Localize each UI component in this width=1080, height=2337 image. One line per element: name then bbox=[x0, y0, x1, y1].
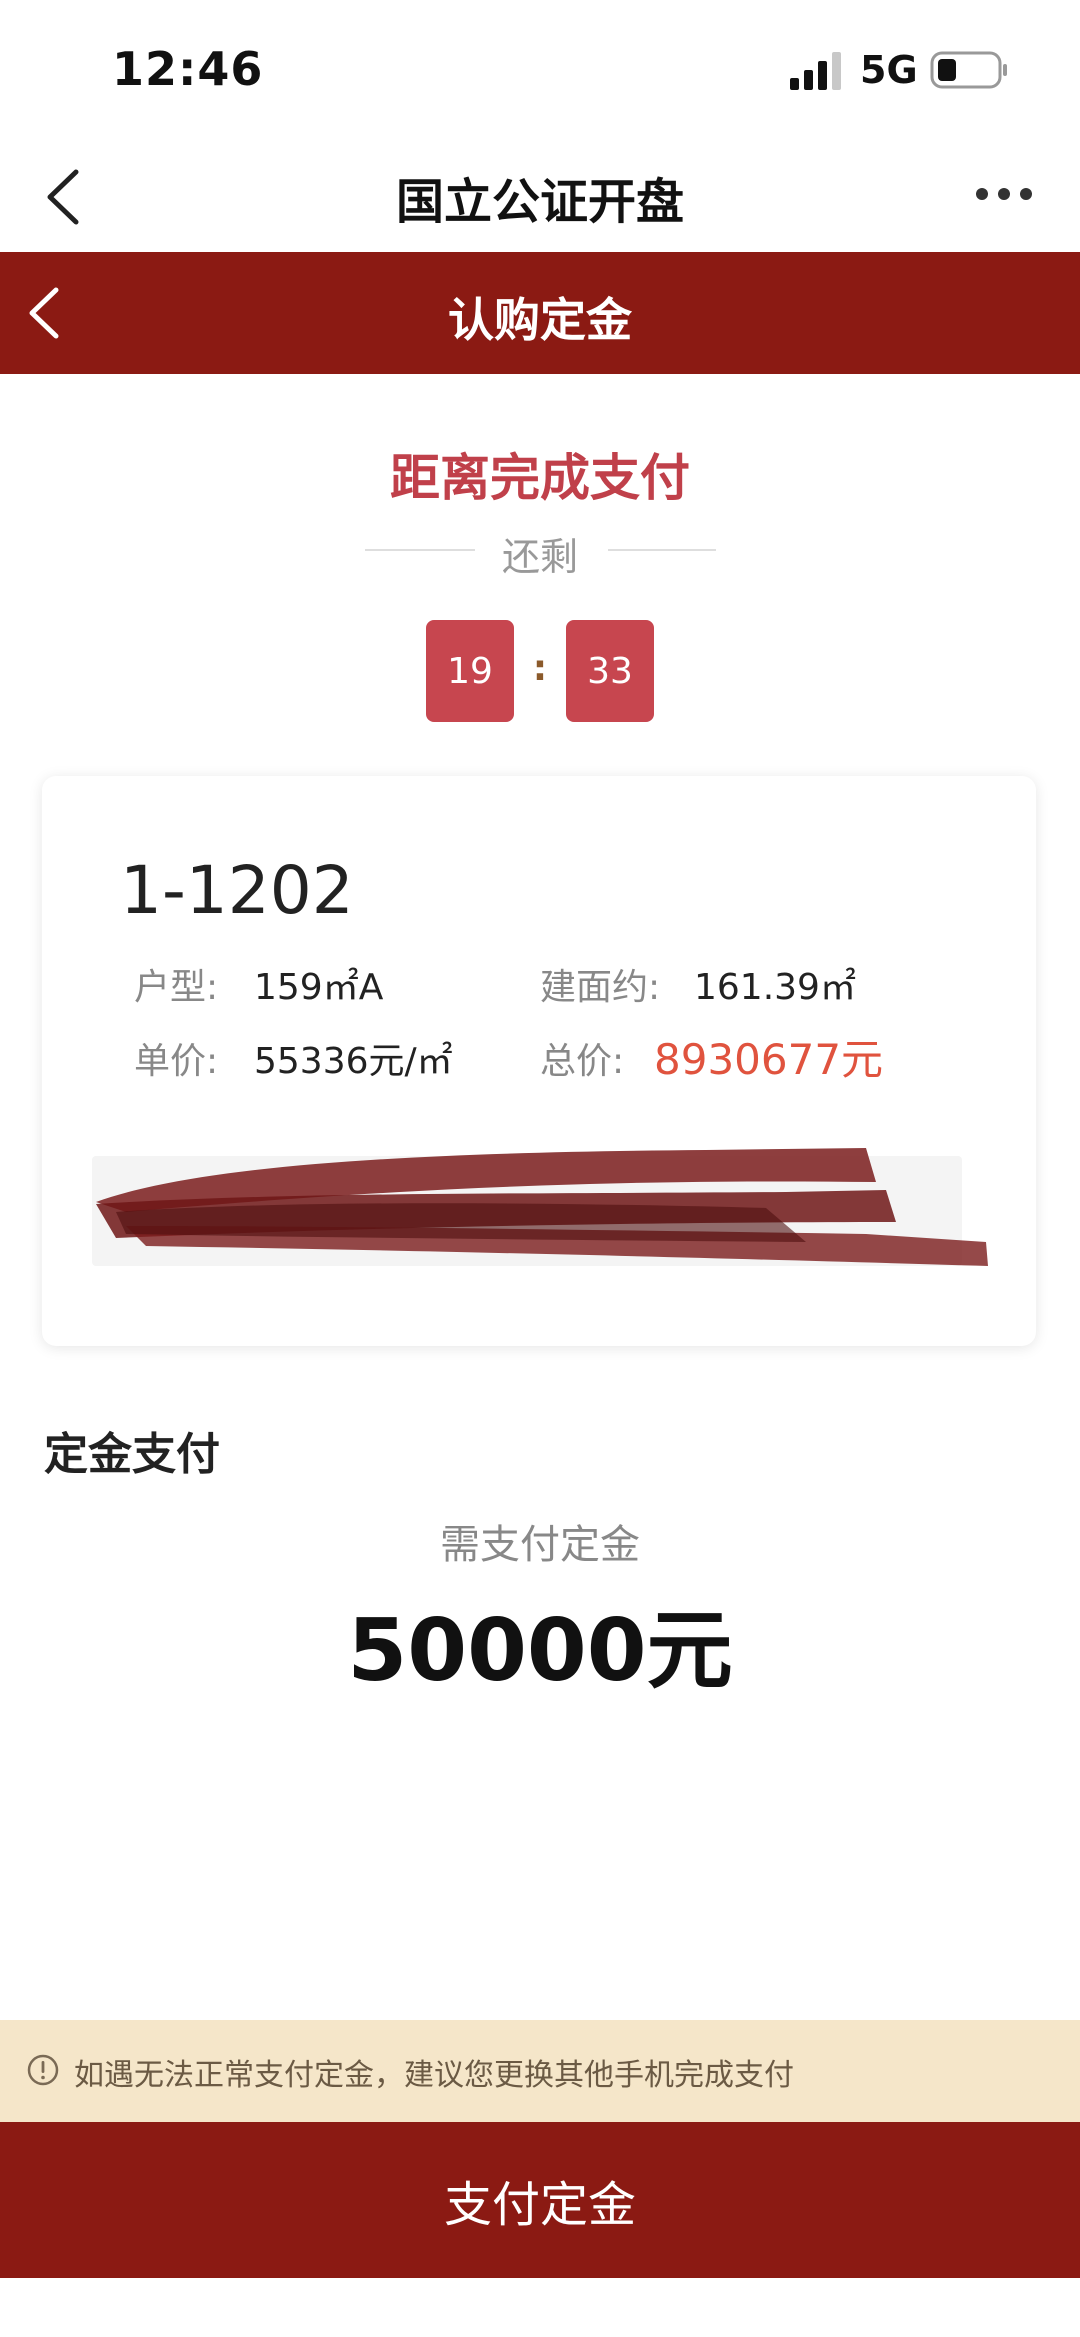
total-price-value: 8930677元 bbox=[654, 1035, 884, 1084]
notice-bar: 如遇无法正常支付定金，建议您更换其他手机完成支付 bbox=[0, 2020, 1080, 2122]
redacted-scribble bbox=[92, 1148, 988, 1266]
deposit-label: 需支付定金 bbox=[440, 1522, 640, 1568]
unit-price-value: 55336元/㎡ bbox=[254, 1041, 453, 1082]
area-label: 建面约: bbox=[540, 967, 661, 1008]
status-time: 12:46 bbox=[112, 42, 264, 96]
layout-value: 159㎡A bbox=[254, 967, 384, 1008]
layout-label: 户型: bbox=[134, 967, 219, 1008]
page-title: 国立公证开盘 bbox=[395, 174, 684, 230]
area-value: 161.39㎡ bbox=[694, 967, 856, 1008]
unit-price-label: 单价: bbox=[134, 1041, 219, 1082]
remain-label: 还剩 bbox=[501, 535, 578, 579]
total-price-label: 总价: bbox=[540, 1041, 625, 1082]
sub-header: 认购定金 bbox=[0, 252, 1080, 374]
timer-seconds: 33 bbox=[566, 620, 654, 722]
countdown-title: 距离完成支付 bbox=[390, 449, 690, 507]
unit-card: 1-1202 户型: 159㎡A 建面约: 161.39㎡ 单价: 55336元… bbox=[42, 776, 1036, 1346]
info-icon bbox=[27, 2054, 59, 2086]
notice-text: 如遇无法正常支付定金，建议您更换其他手机完成支付 bbox=[74, 2058, 794, 2093]
pay-deposit-button[interactable]: 支付定金 bbox=[0, 2122, 1080, 2278]
screen: 12:46 5G 国立公证开盘 认购定金 距离完成支付 还剩 19: 33 1… bbox=[0, 0, 1080, 2337]
battery-icon bbox=[930, 51, 1007, 89]
timer-separator: : bbox=[532, 648, 548, 689]
network-label: 5G bbox=[860, 48, 918, 92]
more-button[interactable] bbox=[972, 174, 1036, 214]
deposit-amount: 50000元 bbox=[347, 1601, 733, 1701]
sub-header-title: 认购定金 bbox=[448, 293, 632, 347]
remain-row: 还剩 bbox=[0, 524, 1080, 579]
more-dots-icon bbox=[976, 188, 1032, 200]
deposit-section-title: 定金支付 bbox=[44, 1429, 220, 1480]
unit-number: 1-1202 bbox=[120, 852, 354, 929]
signal-icon bbox=[790, 52, 841, 90]
divider-line bbox=[608, 549, 716, 551]
status-bar: 12:46 5G bbox=[0, 0, 1080, 140]
app-header: 国立公证开盘 bbox=[0, 140, 1080, 252]
timer-minutes: 19 bbox=[426, 620, 514, 722]
